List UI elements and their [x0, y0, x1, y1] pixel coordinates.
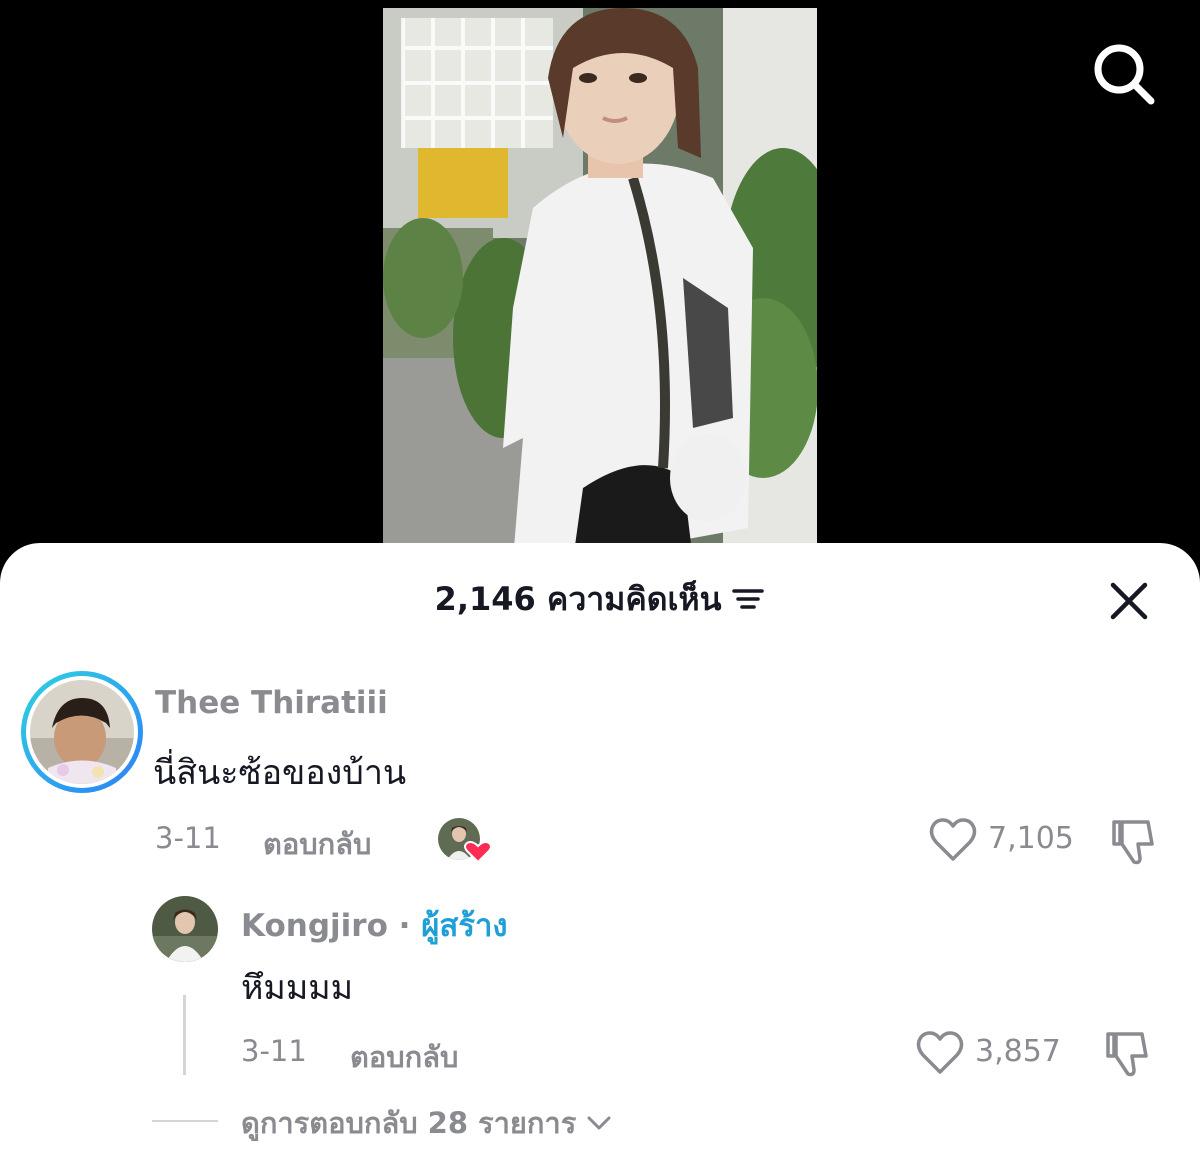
comment-count: 2,146 ความคิดเห็น [434, 579, 722, 618]
search-icon [1094, 44, 1155, 105]
heart-icon [929, 818, 977, 861]
creator-label: ผู้สร้าง [421, 908, 508, 944]
reply-username-row: Kongjiro · ผู้สร้าง [241, 900, 508, 950]
video-area [0, 0, 1200, 560]
comment-username[interactable]: Thee Thiratiii [155, 685, 388, 721]
comments-sheet: 2,146 ความคิดเห็น Thee Thiratiii นี่สินะ… [0, 543, 1200, 1162]
creator-liked-avatar [438, 818, 492, 864]
separator-dot: · [398, 908, 411, 944]
sort-icon[interactable] [731, 584, 765, 614]
avatar[interactable] [18, 668, 146, 796]
view-replies-suffix: รายการ [478, 1106, 577, 1140]
view-replies-divider [152, 1120, 218, 1122]
search-button[interactable] [1088, 38, 1160, 110]
reply-avatar[interactable] [152, 896, 218, 962]
comment-date: 3-11 [155, 821, 221, 855]
reply-like-button[interactable] [915, 1028, 965, 1076]
avatar-image [21, 671, 143, 793]
thread-line [183, 995, 186, 1075]
comment-text: นี่สินะซ้อของบ้าน [153, 753, 407, 793]
reply-reply-button[interactable]: ตอบกลับ [350, 1034, 458, 1080]
reply-like-count: 3,857 [975, 1034, 1061, 1069]
view-replies-prefix: ดูการตอบกลับ [241, 1106, 418, 1140]
close-icon [1110, 582, 1148, 620]
like-count: 7,105 [988, 821, 1074, 856]
creator-liked-badge [438, 818, 492, 864]
reply-date: 3-11 [241, 1034, 307, 1068]
reply-username[interactable]: Kongjiro [241, 908, 388, 944]
dislike-button[interactable] [1108, 818, 1160, 866]
view-replies-button[interactable]: ดูการตอบกลับ 28 รายการ [241, 1100, 612, 1146]
reply-button[interactable]: ตอบกลับ [263, 821, 371, 867]
reply-text: หึมมมม [241, 968, 354, 1008]
view-replies-count: 28 [427, 1106, 469, 1140]
reply-dislike-button[interactable] [1102, 1030, 1154, 1078]
like-button[interactable] [928, 815, 978, 863]
chevron-down-icon [587, 1116, 611, 1130]
thumbs-down-icon [1112, 820, 1154, 865]
heart-icon [916, 1031, 964, 1074]
video-player[interactable] [383, 8, 817, 560]
video-thumbnail [383, 8, 817, 560]
thumbs-down-icon [1106, 1032, 1148, 1077]
close-button[interactable] [1104, 576, 1154, 626]
comments-header: 2,146 ความคิดเห็น [0, 569, 1200, 629]
reply-avatar-image [152, 896, 218, 962]
